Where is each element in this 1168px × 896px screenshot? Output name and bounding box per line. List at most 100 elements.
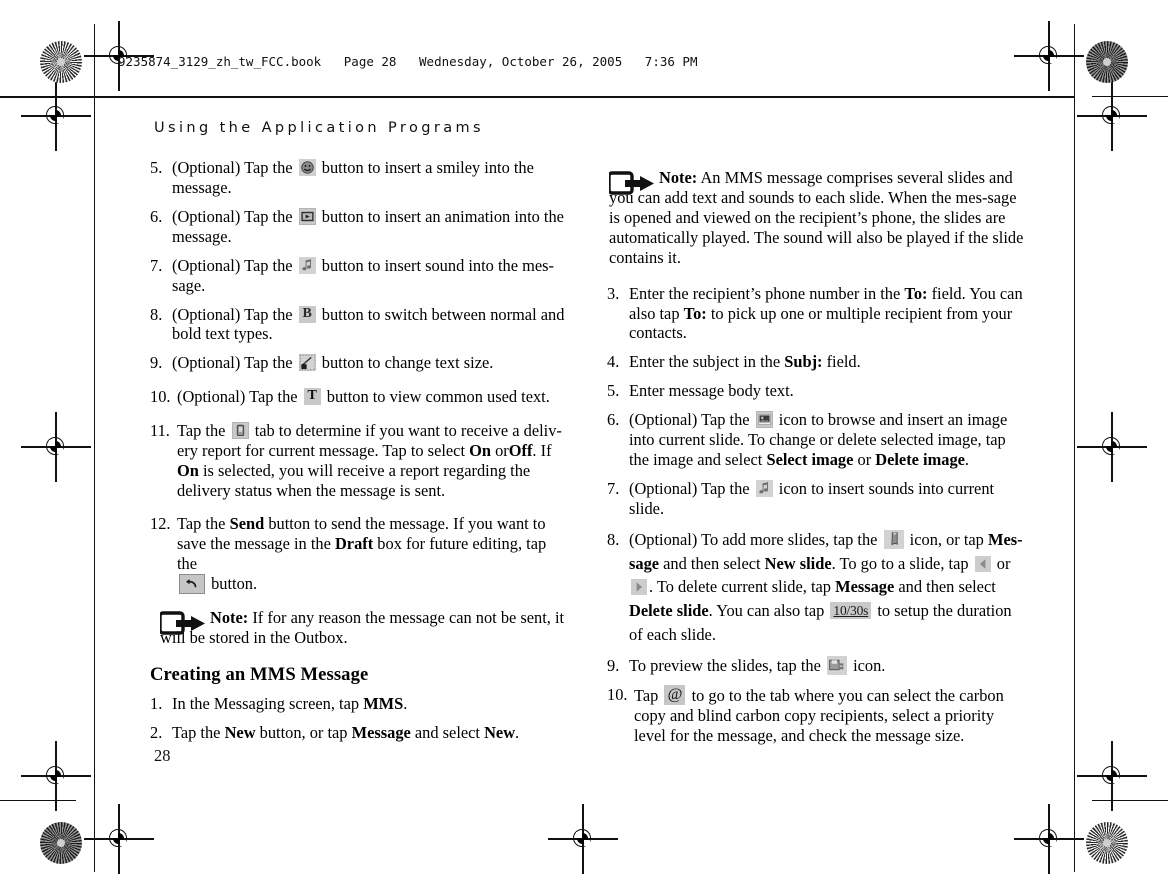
note-text-wrapper: Note: An MMS message comprises several s… [609,168,1027,268]
step-text: Tap [634,685,659,705]
step-text: In the Messaging screen, tap [172,694,360,714]
step-text: (Optional) Tap the [172,304,293,324]
delivery-report-tab-icon[interactable] [231,422,249,440]
step-text: (Optional) Tap the [172,255,293,275]
undo-arrow-button[interactable] [179,573,205,594]
step-5: 5. (Optional) Tap the button to insert a… [150,158,570,198]
step-text: button to view common used text. [326,387,550,407]
step-text: . [515,723,520,743]
step-number: 10. [607,684,628,704]
crop-line-bottom-left [0,800,76,802]
new-menu-label: New [484,723,516,743]
step-text: or [857,450,872,470]
page-number: 28 [154,746,171,765]
book-file-header: 9235874_3129_zh_tw_FCC.book Page 28 Wedn… [118,54,698,69]
section-heading: Creating an MMS Message [150,663,369,685]
step-9-right: 9. To preview the slides, tap the icon. [607,655,1027,676]
new-button-label: New [224,723,256,743]
step-text: (Optional) Tap the [629,410,750,430]
step-text: icon. [853,655,886,675]
star-resolution-target-icon [40,41,82,83]
preview-slides-icon[interactable] [826,655,847,675]
step-text: to go to the tab where you can select th… [634,685,1004,745]
step-text: Tap the [177,421,226,441]
step-text: button. [211,573,258,593]
step-text: (Optional) Tap the [629,478,750,498]
step-text: . You can also tap [708,601,825,621]
message-menu-label-2: Message [835,577,895,597]
step-text: (Optional) To add more slides, tap the [629,529,878,549]
registration-target-icon [1077,81,1147,151]
star-resolution-target-icon [40,822,82,864]
to-field-label: To: [904,283,928,303]
step-text: Tap the [177,513,226,533]
step-7: 7. (Optional) Tap the button to insert s… [150,256,570,296]
step-12: 12. Tap the Send button to send the mess… [150,514,570,594]
at-sign-button[interactable]: @ [664,684,686,705]
step-number: 10. [150,387,171,407]
step-7-right: 7. (Optional) Tap the icon to insert sou… [607,479,1027,519]
sound-note-icon[interactable] [298,256,316,274]
animation-icon[interactable] [298,207,316,225]
step-text: field. [826,352,861,372]
crop-line-top-right [1092,96,1168,98]
insert-sound-icon[interactable] [755,479,773,497]
step-number: 6. [607,410,620,430]
step-text: . [964,450,970,470]
step-text: button to change text size. [321,353,494,373]
note-box-outbox: Note: If for any reason the message can … [158,608,570,648]
step-8-right: 8. (Optional) To add more slides, tap th… [607,528,1027,647]
to-field-label-2: To: [683,303,707,323]
delete-slide-label: Delete slide [629,601,709,621]
text-size-icon[interactable] [298,354,316,372]
step-number: 11. [150,421,170,441]
note-text-wrapper: Note: If for any reason the message can … [160,608,570,648]
step-6-right: 6. (Optional) Tap the icon to browse and… [607,410,1027,470]
step-number: 2. [150,723,163,743]
step-text: . If [532,441,552,461]
previous-slide-arrow-icon[interactable] [974,555,991,572]
step-text: Tap the [172,723,221,743]
step-10: 10. (Optional) Tap the T button to view … [150,387,570,407]
option-off: Off [508,441,533,461]
common-text-t-icon[interactable]: T [303,388,321,406]
step-11: 11. Tap the tab to determine if you want… [150,421,570,501]
insert-image-icon[interactable] [755,411,773,429]
mms-label: MMS [363,694,404,714]
step-text: button, or tap [259,723,348,743]
next-slide-arrow-icon[interactable] [631,579,647,596]
new-slide-icon[interactable] [883,529,904,549]
step-number: 8. [150,304,163,324]
registration-target-icon [21,412,91,482]
step-number: 5. [150,158,163,177]
note-arrow-icon [607,169,654,195]
registration-target-icon [21,81,91,151]
step-number: 1. [150,694,163,714]
note-arrow-icon [158,609,205,635]
crop-line-left-vertical [94,24,96,872]
step-text: and then select [898,577,996,597]
draft-box-label: Draft [334,533,374,553]
delete-image-label: Delete image [875,450,965,470]
step-text: (Optional) Tap the [172,206,293,226]
step-6: 6. (Optional) Tap the button to insert a… [150,207,570,247]
message-menu-label: Message [351,723,411,743]
step-text: and then select [663,553,761,573]
step-number: 3. [607,283,620,303]
step-text: (Optional) Tap the [172,158,293,177]
step-text: (Optional) Tap the [177,387,298,407]
crop-line-bottom-right [1092,800,1168,802]
step-text: To preview the slides, tap the [629,655,821,675]
slide-duration-button[interactable]: 10/30s [830,602,872,620]
mms-step-1: 1. In the Messaging screen, tap MMS. [150,694,570,714]
mms-step-2: 2. Tap the New button, or tap Message an… [150,723,570,743]
bold-b-icon[interactable]: B [298,305,316,323]
step-3: 3. Enter the recipient’s phone number in… [607,284,1027,344]
right-column: Note: An MMS message comprises several s… [607,168,1027,754]
star-resolution-target-icon [1086,822,1128,864]
chapter-title: Using the Application Programs [154,120,484,136]
note-label: Note: [210,607,249,627]
left-column: 5. (Optional) Tap the button to insert a… [150,158,570,752]
step-number: 9. [607,655,620,675]
smiley-icon[interactable] [298,159,316,176]
